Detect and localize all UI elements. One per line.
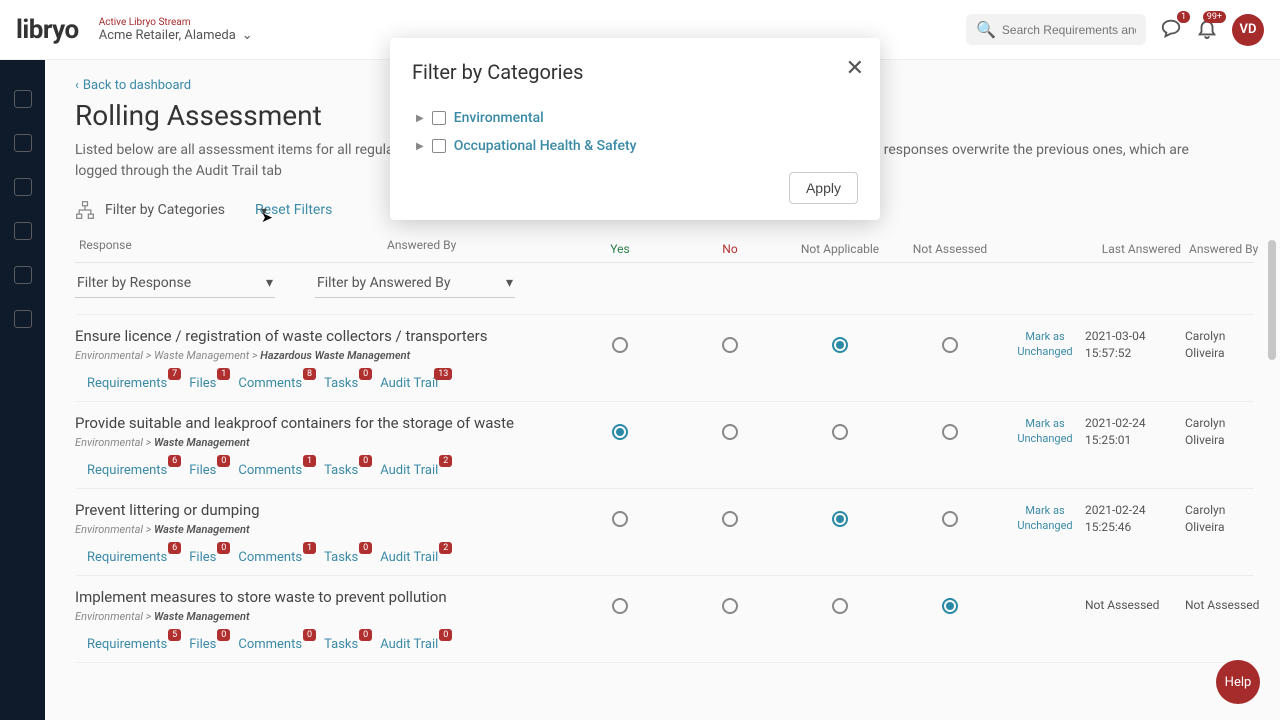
apply-button[interactable]: Apply — [789, 172, 858, 204]
expand-icon[interactable]: ▶ — [416, 141, 424, 152]
filter-modal: Filter by Categories ✕ ▶ Environmental ▶… — [390, 38, 880, 220]
modal-title: Filter by Categories — [412, 60, 858, 84]
expand-icon[interactable]: ▶ — [416, 113, 424, 124]
checkbox[interactable] — [432, 139, 446, 153]
category-ohs[interactable]: ▶ Occupational Health & Safety — [412, 132, 858, 160]
help-button[interactable]: Help — [1216, 660, 1260, 704]
category-environmental[interactable]: ▶ Environmental — [412, 104, 858, 132]
modal-overlay: Filter by Categories ✕ ▶ Environmental ▶… — [0, 0, 1280, 720]
checkbox[interactable] — [432, 111, 446, 125]
close-icon[interactable]: ✕ — [846, 56, 864, 81]
